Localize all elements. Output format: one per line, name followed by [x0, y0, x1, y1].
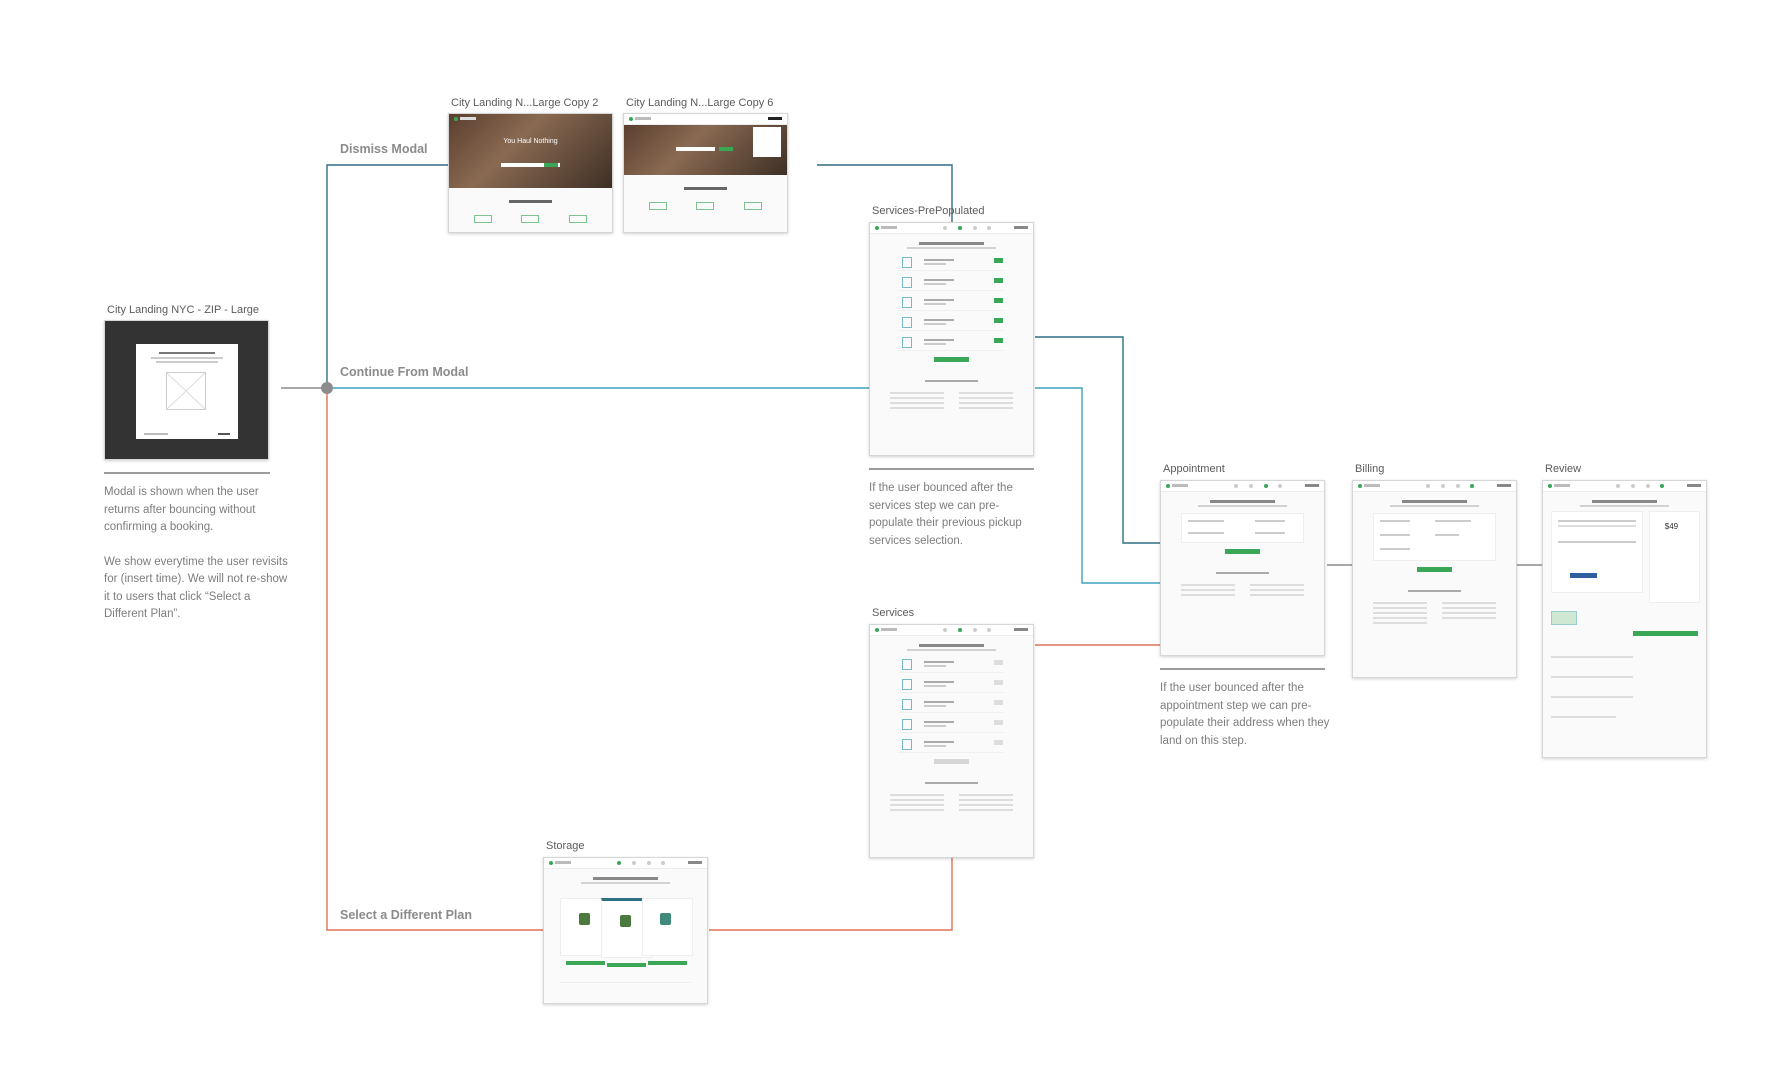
modal-dialog — [136, 344, 238, 439]
dropdown-popover — [753, 127, 781, 157]
wire-dismiss — [326, 164, 448, 388]
artboard-services-prepopulated[interactable] — [869, 222, 1034, 456]
artboard-services[interactable] — [869, 624, 1034, 858]
note-modal-p2: We show everytime the user revisits for … — [104, 555, 288, 621]
image-placeholder-icon — [166, 372, 206, 410]
note-modal-p1: Modal is shown when the user returns aft… — [104, 486, 259, 533]
plan-card[interactable] — [641, 898, 693, 965]
divider-services-note — [869, 468, 1034, 470]
artboard-city-landing-modal[interactable] — [104, 320, 269, 460]
artboard-label-landing-copy6: City Landing N...Large Copy 6 — [626, 97, 774, 109]
artboard-label-storage: Storage — [546, 840, 585, 852]
flow-label-continue: Continue From Modal — [340, 365, 469, 379]
flow-label-select-plan: Select a Different Plan — [340, 908, 472, 922]
note-modal: Modal is shown when the user returns aft… — [104, 484, 290, 641]
artboard-label-landing-copy2: City Landing N...Large Copy 2 — [451, 97, 599, 109]
artboard-label-billing: Billing — [1355, 463, 1385, 475]
artboard-label-review: Review — [1545, 463, 1582, 475]
artboard-landing-copy6[interactable] — [623, 113, 788, 233]
artboard-label-appointment: Appointment — [1163, 463, 1225, 475]
artboard-label-services-prepopulated: Services-PrePopulated — [872, 205, 985, 217]
divider-modal-note — [104, 472, 270, 474]
wire-prepop-to-appointment-b — [1035, 387, 1163, 584]
artboard-appointment[interactable] — [1160, 480, 1325, 656]
flow-label-dismiss: Dismiss Modal — [340, 142, 428, 156]
wire-storage-to-services — [709, 858, 953, 931]
wire-select-plan — [326, 388, 545, 931]
junction-node — [321, 382, 333, 394]
artboard-storage[interactable] — [543, 857, 708, 1004]
artboard-label-services: Services — [872, 607, 915, 619]
price-total: $49 — [1664, 522, 1679, 531]
divider-appointment-note — [1160, 668, 1325, 670]
hero-headline: You Haul Nothing — [503, 138, 558, 145]
hero-image: You Haul Nothing — [449, 114, 612, 188]
artboard-review[interactable]: $49 — [1542, 480, 1707, 758]
artboard-label-modal: City Landing NYC - ZIP - Large — [107, 304, 260, 316]
note-appointment: If the user bounced after the appointmen… — [1160, 682, 1330, 747]
note-services: If the user bounced after the services s… — [869, 482, 1022, 547]
artboard-billing[interactable] — [1352, 480, 1517, 678]
artboard-landing-copy2[interactable]: You Haul Nothing — [448, 113, 613, 233]
hero-image — [624, 125, 787, 175]
wire-prepop-to-appointment-a — [1035, 336, 1163, 544]
